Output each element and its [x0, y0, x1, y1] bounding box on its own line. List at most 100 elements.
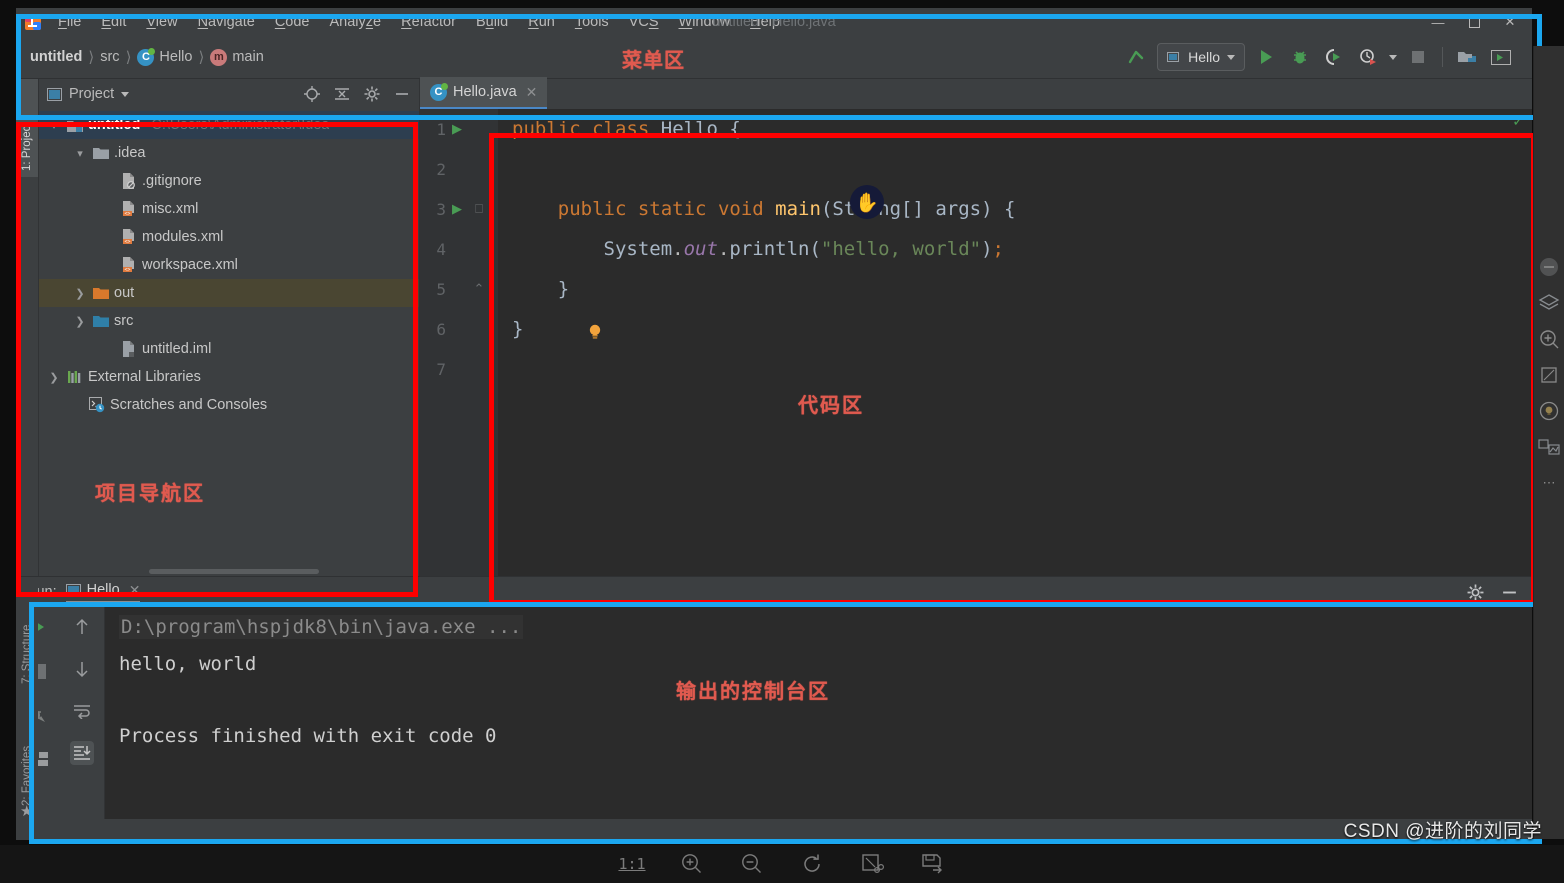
editor-text-area[interactable]: 1 ▶ 2 3 ▶ ⎕ 4 5 ⌃ 6 7 public class Hello { p…	[420, 109, 1532, 576]
project-panel-actions[interactable]	[303, 85, 411, 103]
close-icon[interactable]: ✕	[129, 582, 141, 599]
code-line-6: }	[512, 318, 524, 340]
tree-node-idea[interactable]: ▾ .idea	[39, 139, 419, 167]
inspection-status-icon[interactable]: ✓	[1512, 113, 1524, 130]
zoom-icon[interactable]	[1538, 328, 1560, 350]
editor-gutter[interactable]: 1 ▶ 2 3 ▶ ⎕ 4 5 ⌃ 6 7	[420, 109, 498, 576]
hide-icon[interactable]	[393, 85, 411, 103]
gear-icon[interactable]	[363, 85, 381, 103]
fold-start-icon[interactable]: ⎕	[468, 201, 490, 217]
chevron-down-icon[interactable]	[121, 91, 130, 97]
menu-item-code[interactable]: Code	[265, 12, 320, 32]
debug-button[interactable]	[1287, 44, 1313, 70]
up-arrow-icon[interactable]	[70, 615, 94, 639]
tree-node-modules-xml[interactable]: <> modules.xml	[39, 223, 419, 251]
close-icon[interactable]: ✕	[526, 84, 538, 101]
zoom-out-icon[interactable]	[739, 851, 765, 877]
zoom-in-icon[interactable]	[679, 851, 705, 877]
breadcrumb-item-src[interactable]: src	[100, 49, 119, 65]
back-arrow-icon[interactable]	[1123, 44, 1149, 70]
run-toolbar[interactable]: Hello	[1123, 36, 1514, 78]
profiler-button[interactable]	[1355, 44, 1381, 70]
actual-size-button[interactable]: 1:1	[618, 851, 645, 877]
minus-icon[interactable]	[1538, 256, 1560, 278]
menu-item-tools[interactable]: Tools	[565, 12, 619, 32]
project-tree[interactable]: ▾ untitled C:\Users\Administrator\Idea ▾…	[39, 109, 419, 566]
down-arrow-icon[interactable]	[70, 657, 94, 681]
tree-node-external-libraries[interactable]: ❯ External Libraries	[39, 363, 419, 391]
editor-tab-hello-java[interactable]: C Hello.java ✕	[420, 77, 548, 109]
sidebar-item-project[interactable]: 1: Project	[16, 79, 38, 177]
menu-item-view[interactable]: View	[136, 12, 187, 32]
collapse-all-icon[interactable]	[333, 85, 351, 103]
tree-node-workspace-xml[interactable]: <> workspace.xml	[39, 251, 419, 279]
menu-item-vcs[interactable]: VCS	[619, 12, 669, 32]
gear-icon[interactable]	[1466, 583, 1484, 601]
menu-item-run[interactable]: Run	[518, 12, 565, 32]
tree-node-untitled[interactable]: ▾ untitled C:\Users\Administrator\Idea	[39, 111, 419, 139]
tree-node-misc-xml[interactable]: <> misc.xml	[39, 195, 419, 223]
run-panel-actions[interactable]	[1466, 583, 1518, 601]
chevron-right-icon[interactable]: ❯	[73, 314, 87, 328]
run-button[interactable]	[1253, 44, 1279, 70]
xml-icon: <>	[120, 201, 137, 218]
crop-icon[interactable]	[1538, 364, 1560, 386]
tree-node-gitignore[interactable]: .gitignore	[39, 167, 419, 195]
chevron-down-icon[interactable]: ▾	[47, 118, 61, 132]
idea-icon[interactable]	[1538, 400, 1560, 422]
minimize-button[interactable]: —	[1420, 9, 1456, 35]
menu-item-build[interactable]: Build	[466, 12, 518, 32]
save-icon[interactable]	[919, 851, 945, 877]
gutter-run-icon[interactable]: ▶	[446, 201, 468, 217]
left-tool-window-bar-lower[interactable]: 7: Structure 2: Favorites ★	[16, 580, 38, 830]
maximize-button[interactable]	[1456, 9, 1492, 35]
soft-wrap-icon[interactable]	[70, 699, 94, 723]
window-controls[interactable]: — ✕	[1420, 8, 1528, 36]
image-chart-icon[interactable]	[1538, 436, 1560, 458]
close-button[interactable]: ✕	[1492, 9, 1528, 35]
breadcrumb-item-project[interactable]: untitled	[30, 49, 82, 65]
locate-icon[interactable]	[303, 85, 321, 103]
chevron-right-icon[interactable]: ❯	[47, 370, 61, 384]
breadcrumb-item-method[interactable]: m main	[210, 48, 264, 66]
gutter-run-icon[interactable]: ▶	[446, 121, 468, 137]
chevron-down-icon[interactable]: ▾	[73, 146, 87, 160]
chevron-down-icon[interactable]	[1389, 54, 1397, 60]
scroll-to-end-icon[interactable]	[70, 741, 94, 765]
project-structure-button[interactable]	[1454, 44, 1480, 70]
crop-icon[interactable]	[859, 851, 885, 877]
fold-end-icon[interactable]: ⌃	[468, 281, 490, 297]
sidebar-item-structure[interactable]: 7: Structure	[16, 582, 38, 690]
tree-node-out[interactable]: ❯ out	[39, 279, 419, 307]
run-configuration-selector[interactable]: Hello	[1157, 43, 1245, 71]
viewer-right-toolbar[interactable]: ⋯	[1533, 46, 1564, 839]
tree-node-scratches[interactable]: Scratches and Consoles	[39, 391, 419, 419]
breadcrumb-item-class[interactable]: C Hello	[137, 47, 192, 66]
layers-icon[interactable]	[1538, 292, 1560, 314]
menu-item-edit[interactable]: Edit	[91, 12, 136, 32]
layout-button[interactable]	[1488, 44, 1514, 70]
left-tool-window-bar[interactable]: 1: Project	[16, 79, 39, 576]
menu-item-file[interactable]: File	[48, 12, 91, 32]
run-actions-column-2[interactable]	[60, 607, 105, 819]
editor-tab-bar[interactable]: C Hello.java ✕	[420, 77, 1532, 109]
lightbulb-icon[interactable]	[586, 323, 604, 341]
breadcrumb[interactable]: untitled ⟩ src ⟩ C Hello ⟩ m main	[16, 47, 264, 66]
editor-code[interactable]: public class Hello { public static void …	[498, 109, 1532, 576]
viewer-bottom-toolbar[interactable]: 1:1	[0, 845, 1564, 883]
menu-bar[interactable]: File Edit View Navigate Code Analyze Ref…	[48, 12, 790, 32]
menu-item-navigate[interactable]: Navigate	[188, 12, 265, 32]
console-output[interactable]: D:\program\hspjdk8\bin\java.exe ... hell…	[105, 607, 1532, 819]
sidebar-item-favorites[interactable]: 2: Favorites	[16, 690, 38, 812]
hide-icon[interactable]	[1500, 583, 1518, 601]
menu-item-refactor[interactable]: Refactor	[391, 12, 466, 32]
tree-node-untitled-iml[interactable]: untitled.iml	[39, 335, 419, 363]
run-with-coverage-button[interactable]	[1321, 44, 1347, 70]
chevron-right-icon[interactable]: ❯	[73, 286, 87, 300]
run-tab-hello[interactable]: Hello ✕	[65, 582, 141, 603]
menu-item-analyze[interactable]: Analyze	[320, 12, 392, 32]
project-tree-hscrollbar[interactable]	[39, 566, 419, 576]
tree-node-src[interactable]: ❯ src	[39, 307, 419, 335]
rotate-icon[interactable]	[799, 851, 825, 877]
more-icon[interactable]: ⋯	[1538, 472, 1560, 494]
